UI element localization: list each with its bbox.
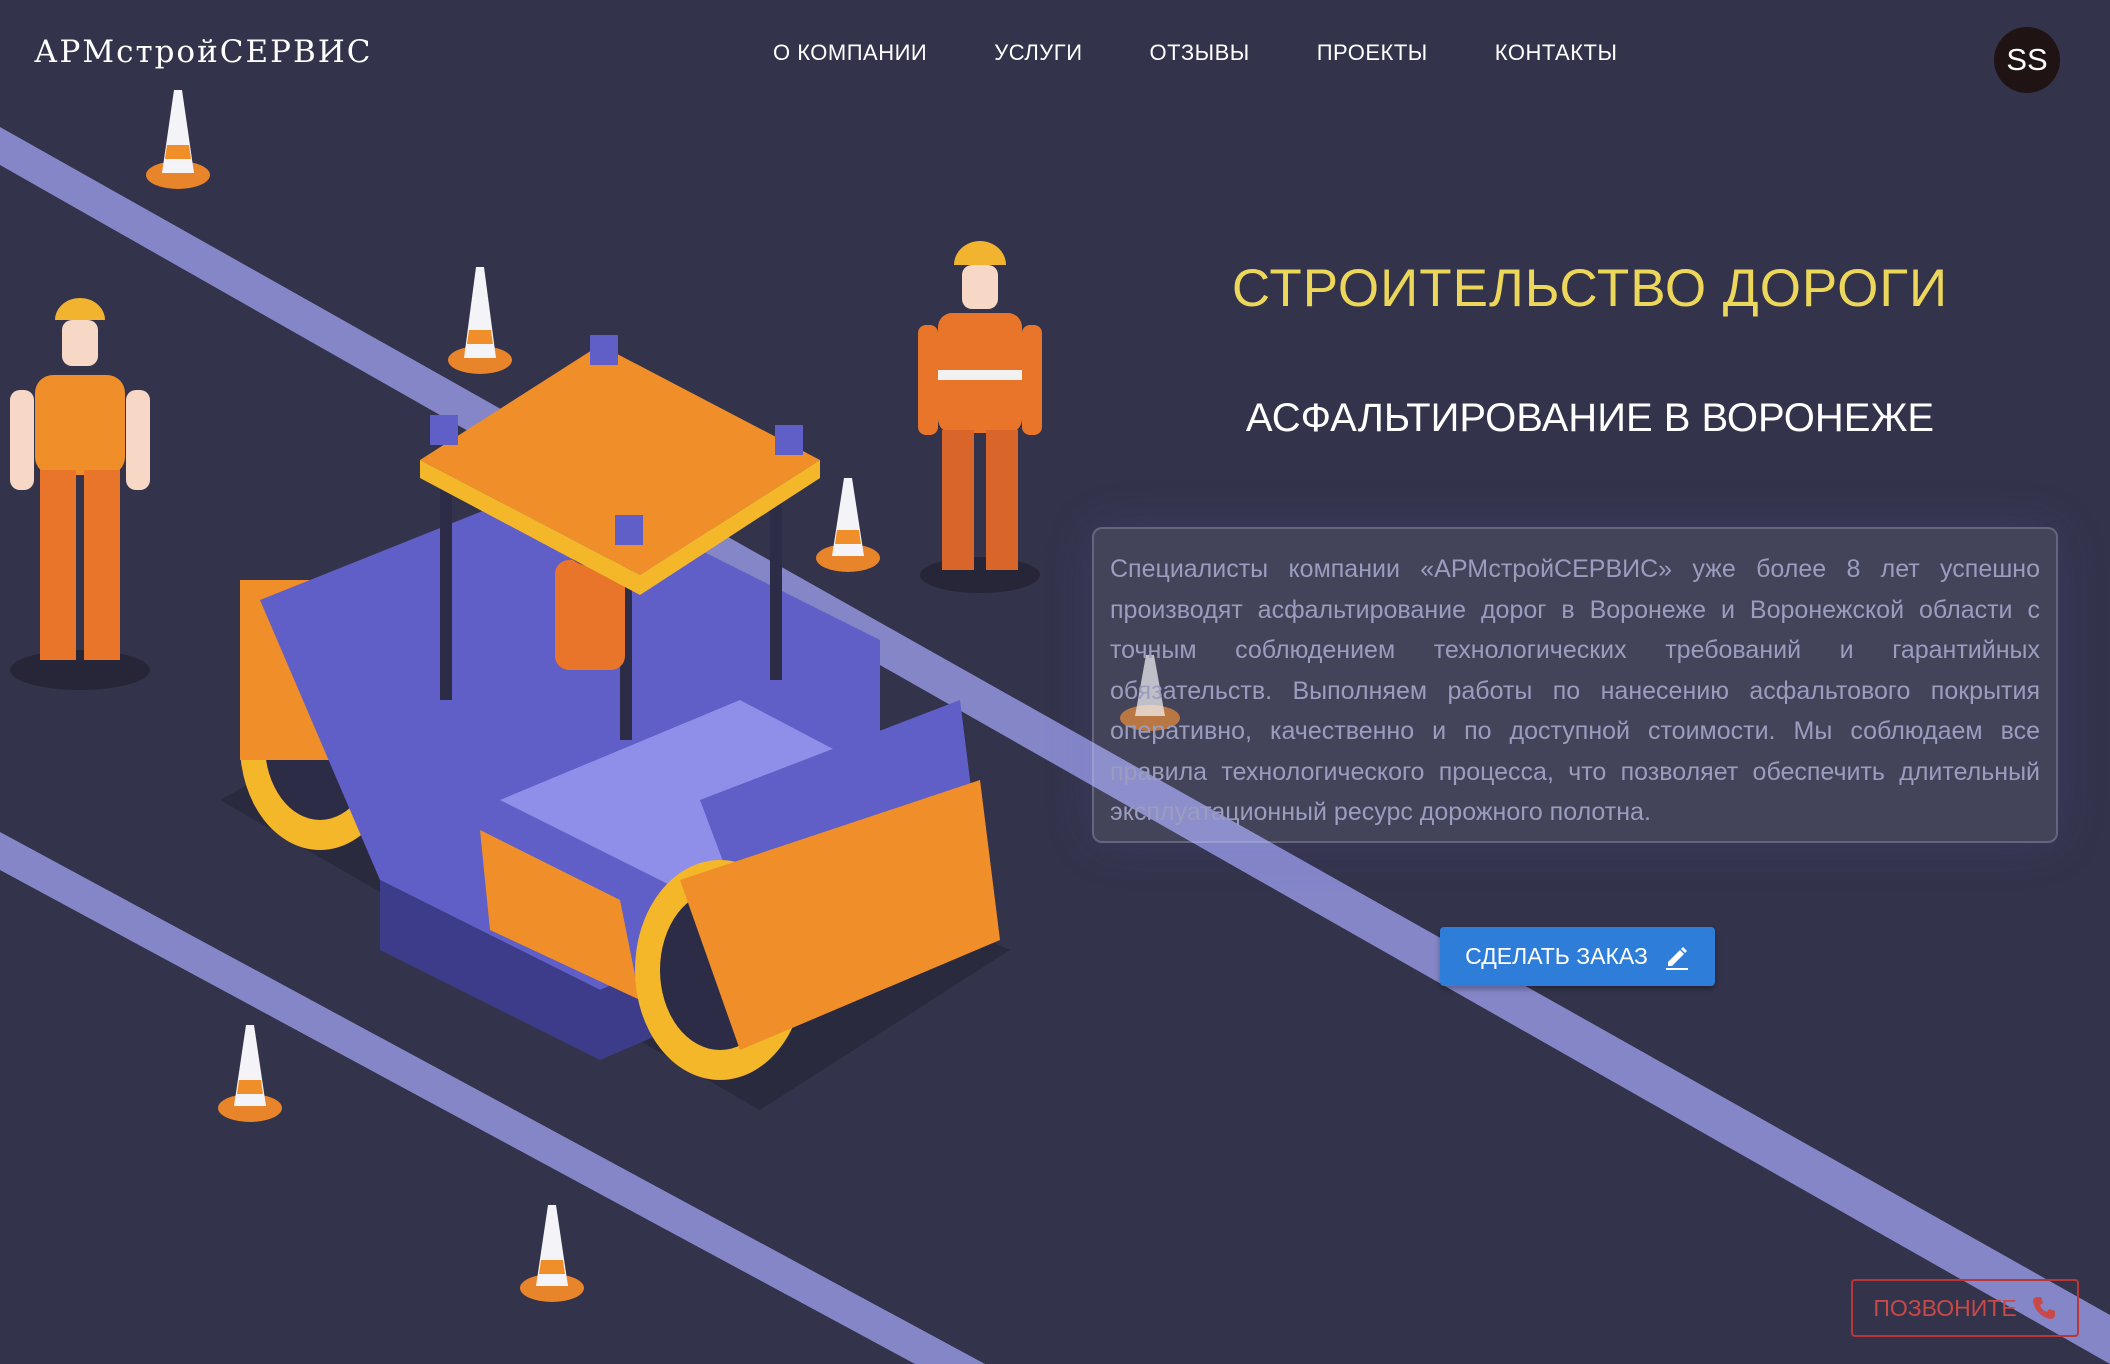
traffic-cone [218,1025,282,1122]
call-button-label: ПОЗВОНИТЕ [1873,1294,2017,1321]
nav-item-services[interactable]: УСЛУГИ [994,40,1082,66]
hero-title: СТРОИТЕЛЬСТВО ДОРОГИ [1231,259,1949,318]
nav-item-projects[interactable]: ПРОЕКТЫ [1317,40,1428,66]
hero-subtitle: АСФАЛЬТИРОВАНИЕ В ВОРОНЕЖЕ [1245,396,1935,440]
pencil-icon [1664,944,1690,970]
traffic-cone [448,267,512,374]
description-card: Специалисты компании «АРМстройСЕРВИС» уж… [1092,527,2058,843]
avatar[interactable]: SS [1994,27,2060,93]
order-button-label: СДЕЛАТЬ ЗАКАЗ [1465,943,1648,969]
road-roller [240,335,1000,1080]
phone-icon [2031,1295,2057,1321]
order-button[interactable]: СДЕЛАТЬ ЗАКАЗ [1440,927,1715,986]
call-button[interactable]: ПОЗВОНИТЕ [1851,1279,2079,1337]
worker-left [10,298,150,690]
traffic-cone [520,1205,584,1302]
nav-item-contacts[interactable]: КОНТАКТЫ [1495,40,1618,66]
main-nav: О КОМПАНИИ УСЛУГИ ОТЗЫВЫ ПРОЕКТЫ КОНТАКТ… [773,40,1684,66]
brand-logo[interactable]: АРМстройСЕРВИС [34,34,373,70]
traffic-cone [816,478,880,572]
nav-item-about[interactable]: О КОМПАНИИ [773,40,927,66]
worker-right [918,241,1042,593]
description-text: Специалисты компании «АРМстройСЕРВИС» уж… [1110,555,2040,826]
traffic-cone [146,90,210,189]
nav-item-reviews[interactable]: ОТЗЫВЫ [1150,40,1250,66]
